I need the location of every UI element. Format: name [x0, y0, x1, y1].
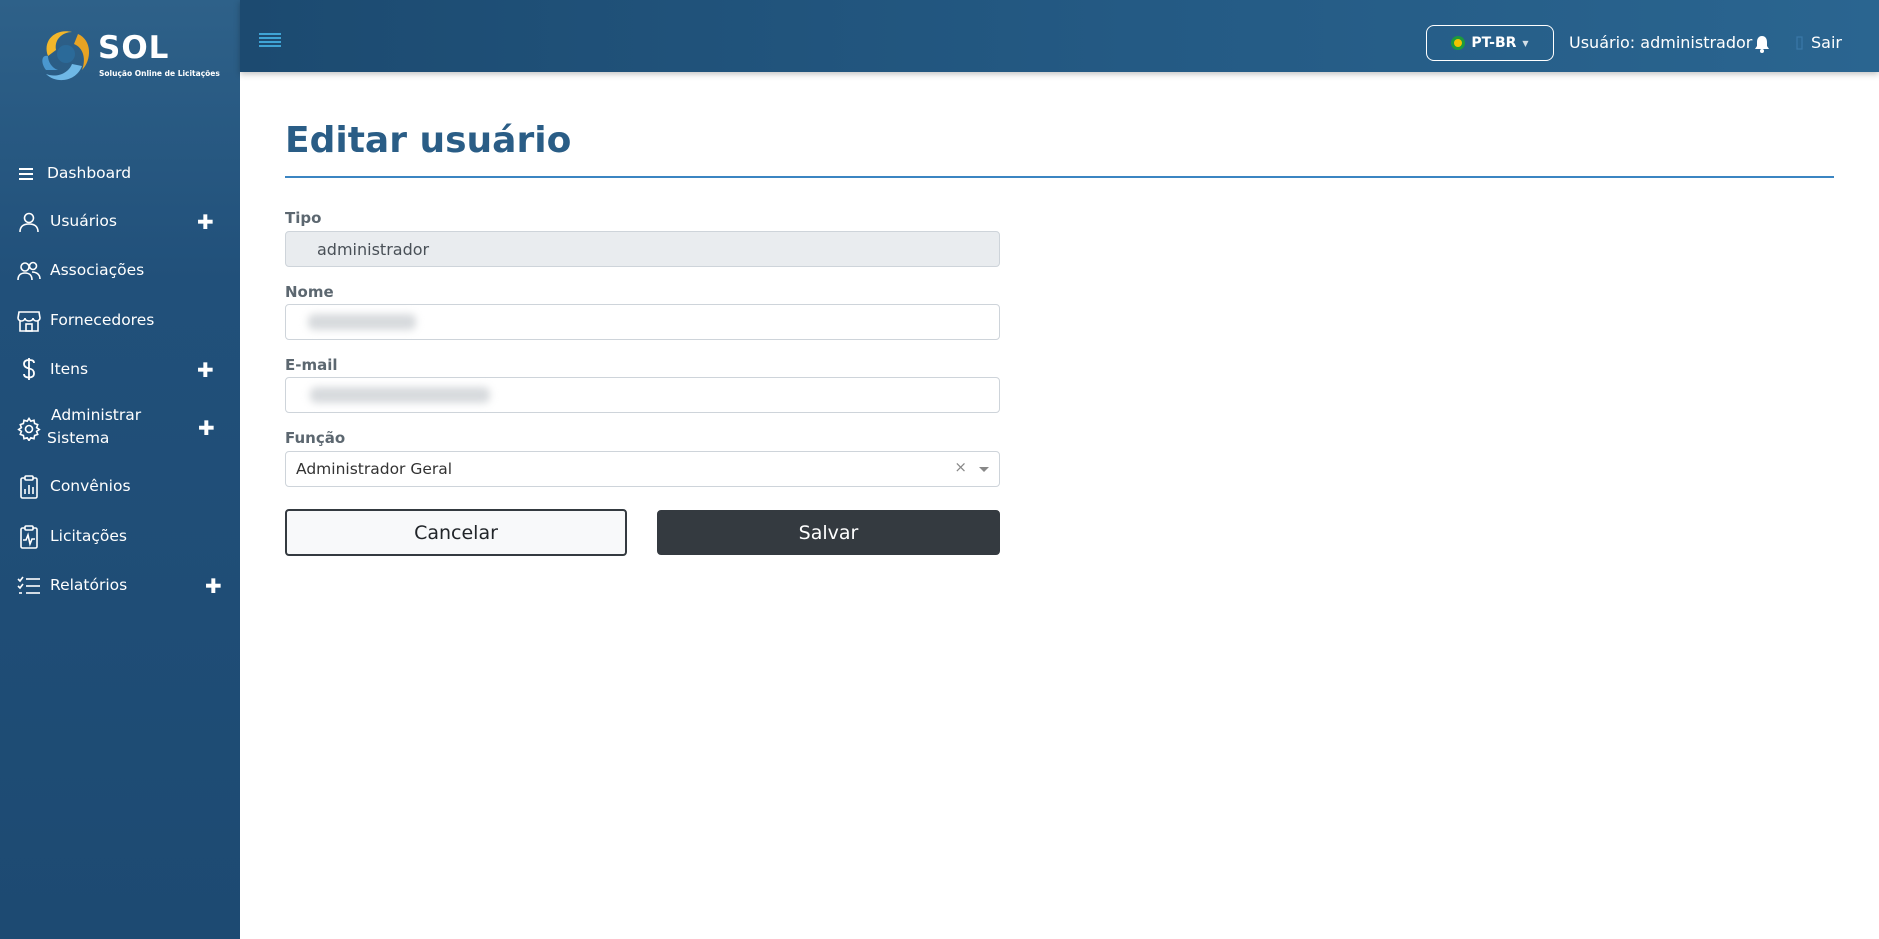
sidebar-item-label-line1: Administrar [51, 406, 142, 424]
expand-plus-icon[interactable]: ✚ [205, 576, 222, 596]
nome-field[interactable] [285, 304, 1000, 340]
users-icon [16, 258, 42, 284]
nome-label: Nome [285, 283, 334, 301]
redacted-name-value [308, 314, 416, 330]
save-button[interactable]: Salvar [657, 510, 1000, 555]
language-label: PT-BR [1471, 35, 1517, 51]
logo-text: SOL [98, 30, 170, 66]
sidebar-item-administrar-sistema[interactable]: Administrar Sistema ✚ [0, 404, 240, 454]
brazil-flag-icon [1451, 36, 1466, 50]
sol-logo-icon [42, 31, 90, 81]
user-icon [16, 209, 42, 235]
sidebar-item-label: Fornecedores [50, 311, 155, 329]
menu-lines-icon [14, 161, 40, 187]
chevron-down-icon[interactable] [979, 467, 989, 472]
language-selector[interactable]: PT-BR ▼ [1426, 25, 1554, 61]
clipboard-pulse-icon [16, 524, 42, 550]
sidebar-item-relatorios[interactable]: Relatórios ✚ [0, 566, 240, 606]
sidebar-item-label: Associações [50, 261, 145, 279]
sidebar-item-label: Relatórios [50, 576, 128, 594]
sidebar-item-label: Usuários [50, 212, 117, 230]
sidebar-item-associacoes[interactable]: Associações [0, 251, 240, 291]
expand-plus-icon[interactable]: ✚ [198, 418, 215, 438]
chevron-down-icon: ▼ [1522, 38, 1529, 48]
tipo-field: administrador [285, 231, 1000, 267]
sol-logo[interactable]: SOL Solução Online de Licitações [38, 26, 220, 86]
sidebar-item-label: Convênios [50, 477, 131, 495]
store-icon [16, 308, 42, 334]
bell-icon[interactable] [1754, 35, 1770, 53]
current-user-label: Usuário: administrador [1569, 33, 1753, 52]
funcao-select[interactable]: Administrador Geral × [285, 451, 1000, 487]
tipo-label: Tipo [285, 209, 322, 227]
dollar-icon [16, 356, 42, 382]
sidebar-item-dashboard[interactable]: Dashboard [0, 154, 240, 194]
funcao-selected-value: Administrador Geral [296, 460, 453, 478]
checklist-icon [16, 573, 42, 599]
sidebar: SOL Solução Online de Licitações Dashboa… [0, 0, 240, 939]
expand-plus-icon[interactable]: ✚ [197, 212, 214, 232]
clipboard-chart-icon [16, 474, 42, 500]
hamburger-menu-icon[interactable] [259, 33, 281, 49]
page-title: Editar usuário [285, 120, 572, 161]
expand-plus-icon[interactable]: ✚ [197, 360, 214, 380]
title-divider [285, 176, 1834, 178]
logout-icon[interactable] [1796, 36, 1806, 50]
sidebar-item-label-line2: Sistema [47, 429, 110, 447]
sidebar-item-label: Licitações [50, 527, 127, 545]
sidebar-item-usuarios[interactable]: Usuários ✚ [0, 202, 240, 242]
sidebar-item-licitacoes[interactable]: Licitações [0, 517, 240, 557]
email-field[interactable] [285, 377, 1000, 413]
sidebar-item-fornecedores[interactable]: Fornecedores [0, 301, 240, 341]
logo-subtitle: Solução Online de Licitações [99, 69, 220, 78]
gear-icon [16, 416, 42, 442]
redacted-email-value [310, 387, 490, 403]
sidebar-item-convenios[interactable]: Convênios [0, 467, 240, 507]
clear-selection-icon[interactable]: × [954, 458, 967, 476]
logout-link[interactable]: Sair [1811, 33, 1842, 52]
sidebar-item-label: Itens [50, 360, 89, 378]
funcao-label: Função [285, 429, 346, 447]
sidebar-item-label: Dashboard [47, 164, 132, 182]
top-header: PT-BR ▼ Usuário: administrador Sair [240, 0, 1879, 72]
sidebar-item-itens[interactable]: Itens ✚ [0, 350, 240, 390]
cancel-button[interactable]: Cancelar [285, 509, 627, 556]
tipo-value: administrador [317, 240, 430, 259]
email-label: E-mail [285, 356, 338, 374]
